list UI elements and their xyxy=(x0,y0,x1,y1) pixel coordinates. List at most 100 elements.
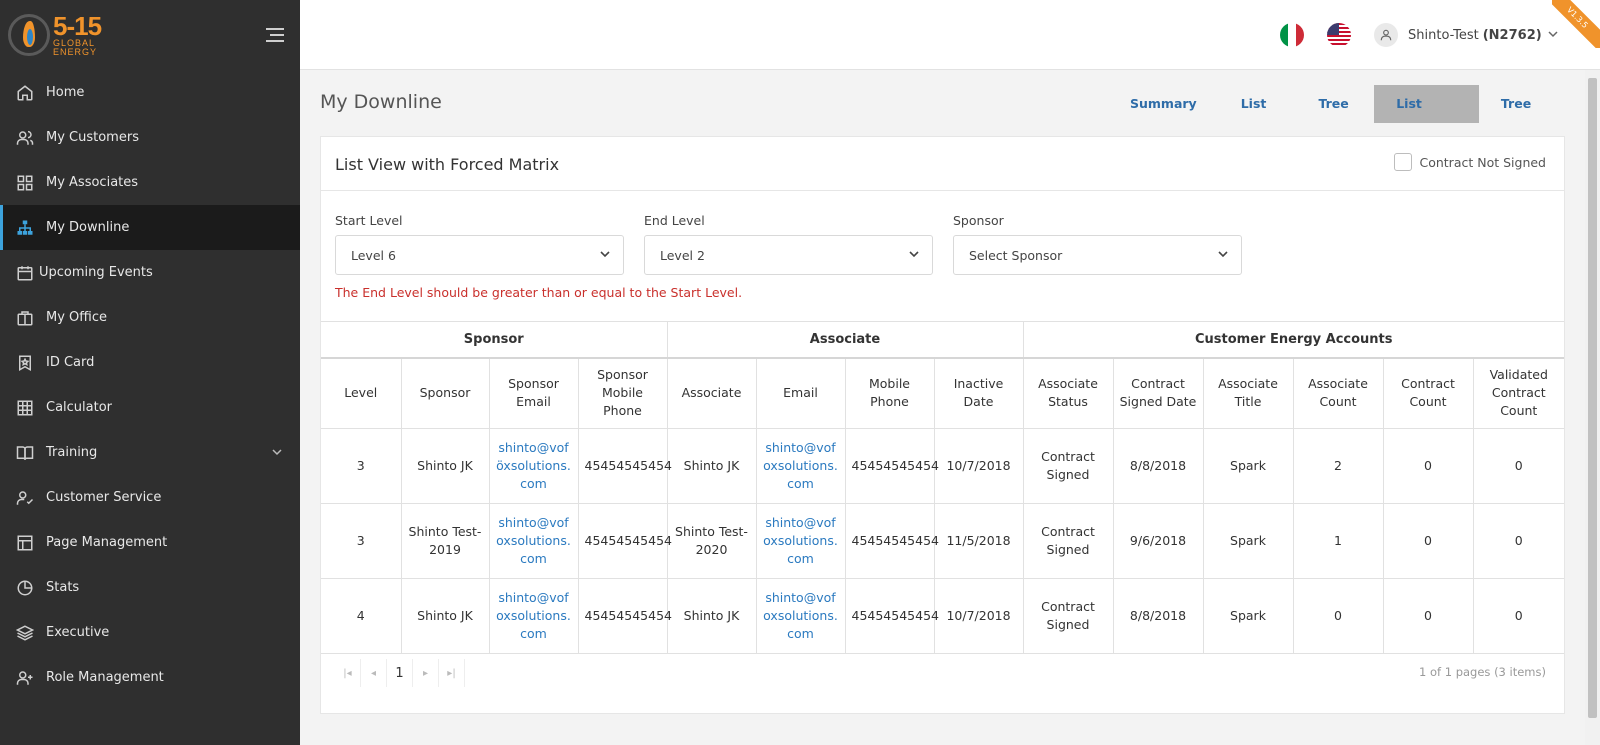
sidebar-item-customer-service[interactable]: Customer Service xyxy=(0,475,300,520)
sidebar-item-upcoming-events[interactable]: Upcoming Events xyxy=(0,250,300,295)
next-page-icon[interactable]: ▸ xyxy=(413,659,439,687)
sidebar-item-label: Executive xyxy=(46,625,110,640)
table-cell: Contract Signed xyxy=(1022,578,1114,654)
column-header[interactable]: Inactive Date xyxy=(933,357,1024,429)
group-header-customer-energy-accounts: Customer Energy Accounts xyxy=(1022,321,1565,359)
sidebar-item-my-downline[interactable]: My Downline xyxy=(0,205,300,250)
column-header[interactable]: Associate xyxy=(666,357,757,429)
menu-toggle-icon[interactable] xyxy=(266,28,284,42)
usa-flag-icon[interactable] xyxy=(1327,23,1351,47)
column-header[interactable]: Level xyxy=(321,357,402,429)
table-cell: Shinto JK xyxy=(666,428,757,504)
contract-not-signed-filter[interactable]: Contract Not Signed xyxy=(1394,153,1546,171)
sidebar-item-calculator[interactable]: Calculator xyxy=(0,385,300,430)
sidebar-item-label: My Downline xyxy=(46,220,130,235)
table-cell: 8/8/2018 xyxy=(1112,578,1204,654)
tab-tree-view-forced-matrix[interactable]: Tree View with Forced Matrix xyxy=(1479,85,1585,263)
calculator-icon xyxy=(16,399,34,417)
logo-flame-icon xyxy=(8,14,50,56)
column-header[interactable]: Sponsor Mobile Phone xyxy=(577,357,668,429)
table-cell: 3 xyxy=(321,503,402,579)
sponsor-email-link[interactable]: shinto@vofoxsolutions.com xyxy=(488,503,579,579)
sidebar-item-executive[interactable]: Executive xyxy=(0,610,300,655)
table-cell: 0 xyxy=(1292,578,1384,654)
id-badge-icon xyxy=(16,354,34,372)
column-header[interactable]: Associate Title xyxy=(1202,357,1294,429)
sidebar-item-page-management[interactable]: Page Management xyxy=(0,520,300,565)
group-header-associate: Associate xyxy=(666,321,1024,359)
table-column-header: Level Sponsor Sponsor Email Sponsor Mobi… xyxy=(321,357,1565,429)
tab-list-view[interactable]: List View xyxy=(1219,85,1297,149)
tab-summary[interactable]: Summary xyxy=(1108,85,1219,123)
company-logo[interactable]: 5-15 GLOBAL ENERGY xyxy=(8,11,102,57)
first-page-icon[interactable]: |◂ xyxy=(335,659,361,687)
column-header[interactable]: Sponsor xyxy=(400,357,490,429)
pie-chart-icon xyxy=(16,579,34,597)
sidebar-item-home[interactable]: Home xyxy=(0,70,300,115)
sidebar-item-my-customers[interactable]: My Customers xyxy=(0,115,300,160)
table-cell: 45454545454 xyxy=(577,578,672,654)
sidebar-item-my-associates[interactable]: My Associates xyxy=(0,160,300,205)
table-cell: Shinto JK xyxy=(400,428,490,504)
column-header[interactable]: Sponsor Email xyxy=(488,357,579,429)
sidebar-item-training[interactable]: Training xyxy=(0,430,300,475)
associate-email-link[interactable]: shinto@vofoxsolutions.com xyxy=(755,503,846,579)
page-number[interactable]: 1 xyxy=(387,659,413,687)
prev-page-icon[interactable]: ◂ xyxy=(361,659,387,687)
table-cell: 10/7/2018 xyxy=(933,428,1024,504)
column-header[interactable]: Contract Signed Date xyxy=(1112,357,1204,429)
associate-email-link[interactable]: shinto@vofoxsolutions.com xyxy=(755,578,846,654)
sidebar-item-label: Training xyxy=(46,445,98,460)
main-content: My Downline Summary List View Tree View … xyxy=(300,70,1585,745)
column-header[interactable]: Contract Count xyxy=(1382,357,1474,429)
column-header[interactable]: Associate Count xyxy=(1292,357,1384,429)
sidebar-item-id-card[interactable]: ID Card xyxy=(0,340,300,385)
table-cell: 8/8/2018 xyxy=(1112,428,1204,504)
italy-flag-icon[interactable] xyxy=(1280,23,1304,47)
associate-email-link[interactable]: shinto@vofoxsolutions.com xyxy=(755,428,846,504)
start-level-select[interactable]: Level 6 xyxy=(335,235,624,275)
sponsor-email-link[interactable]: shinto@vofoxsolutions.com xyxy=(488,578,579,654)
end-level-select[interactable]: Level 2 xyxy=(644,235,933,275)
last-page-icon[interactable]: ▸| xyxy=(439,659,465,687)
user-menu[interactable]: Shinto-Test (N2762) xyxy=(1374,22,1558,48)
sidebar-item-my-office[interactable]: My Office xyxy=(0,295,300,340)
layers-icon xyxy=(16,624,34,642)
sidebar-item-label: Role Management xyxy=(46,670,164,685)
table-cell: 4 xyxy=(321,578,402,654)
top-header: Shinto-Test (N2762) V1.3.5 xyxy=(300,0,1600,70)
tab-tree-view[interactable]: Tree View xyxy=(1296,85,1374,149)
logo-main-text: 5-15 xyxy=(53,11,102,41)
card-header: List View with Forced Matrix Contract No… xyxy=(321,137,1564,191)
sidebar-item-label: Home xyxy=(46,85,85,100)
contract-not-signed-checkbox[interactable] xyxy=(1394,153,1413,171)
table-cell: 45454545454 xyxy=(844,428,939,504)
table-row: 3 Shinto JK shinto@voföxsolutions.com 45… xyxy=(321,428,1565,504)
column-header[interactable]: Associate Status xyxy=(1022,357,1114,429)
contract-not-signed-label: Contract Not Signed xyxy=(1419,154,1546,170)
table-cell: 0 xyxy=(1472,503,1565,579)
logo-sub-text-2: ENERGY xyxy=(53,47,98,57)
user-avatar-icon xyxy=(1374,23,1398,47)
table-group-header: Sponsor Associate Customer Energy Accoun… xyxy=(321,321,1565,359)
start-level-field: Start Level Level 6 xyxy=(335,213,624,275)
downline-table: Sponsor Associate Customer Energy Accoun… xyxy=(321,321,1565,654)
sponsor-email-link[interactable]: shinto@voföxsolutions.com xyxy=(488,428,579,504)
column-header[interactable]: Validated Contract Count xyxy=(1472,357,1565,429)
tab-list-view-forced-matrix[interactable]: List View with Forced Matrix xyxy=(1374,85,1479,263)
sidebar-item-label: Customer Service xyxy=(46,490,162,505)
sponsor-select[interactable]: Select Sponsor xyxy=(953,235,1242,275)
column-header[interactable]: Mobile Phone xyxy=(844,357,935,429)
table-cell: 10/7/2018 xyxy=(933,578,1024,654)
scrollbar-thumb[interactable] xyxy=(1588,78,1597,718)
table-cell: Contract Signed xyxy=(1022,503,1114,579)
page-scrollbar[interactable] xyxy=(1585,70,1600,745)
column-header[interactable]: Email xyxy=(755,357,846,429)
sidebar-item-label: My Associates xyxy=(46,175,139,190)
hierarchy-icon xyxy=(16,219,34,237)
sidebar-item-stats[interactable]: Stats xyxy=(0,565,300,610)
sidebar-item-role-management[interactable]: Role Management xyxy=(0,655,300,700)
table-cell: 0 xyxy=(1382,428,1474,504)
user-check-icon xyxy=(16,489,34,507)
table-cell: 45454545454 xyxy=(577,428,672,504)
